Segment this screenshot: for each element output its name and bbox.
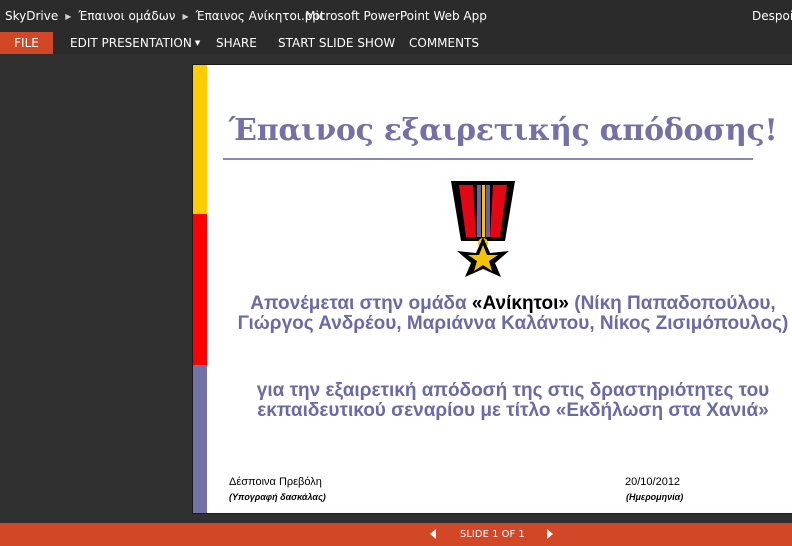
decor-bar-purple	[193, 365, 207, 513]
award-prefix: Απονέμεται στην ομάδα	[250, 293, 472, 314]
comments-label: COMMENTS	[409, 36, 480, 50]
next-slide-icon[interactable]	[545, 528, 555, 540]
comments-menu[interactable]: COMMENTS	[409, 32, 479, 54]
medal-icon	[451, 181, 515, 277]
previous-slide-icon[interactable]	[428, 528, 438, 540]
chevron-right-icon: ▶	[182, 11, 189, 21]
breadcrumb: SkyDrive ▶ Έπαινοι ομάδων ▶ Έπαινος Ανίκ…	[5, 9, 325, 23]
edit-presentation-label: EDIT PRESENTATION	[70, 36, 192, 50]
award-text: Απονέμεται στην ομάδα «Ανίκητοι» (Νίκη Π…	[233, 294, 792, 334]
start-slide-show-menu[interactable]: START SLIDE SHOW	[278, 32, 395, 54]
date-value: 20/10/2012	[625, 476, 681, 488]
decor-bar-yellow	[193, 65, 207, 214]
title-bar: SkyDrive ▶ Έπαινοι ομάδων ▶ Έπαινος Ανίκ…	[0, 0, 792, 32]
start-slide-show-label: START SLIDE SHOW	[278, 36, 396, 50]
signature-name: Δέσποινα Πρεβόλη	[229, 476, 322, 488]
user-name[interactable]: Despoi	[752, 9, 792, 23]
app-title: Microsoft PowerPoint Web App	[305, 9, 487, 23]
breadcrumb-folder[interactable]: Έπαινοι ομάδων	[78, 9, 175, 23]
file-menu-label: FILE	[14, 36, 39, 50]
title-divider	[223, 158, 753, 160]
ribbon-menu: FILE EDIT PRESENTATION ▼ SHARE START SLID…	[0, 32, 792, 54]
signature-caption: (Υπογραφή δασκάλας)	[229, 492, 326, 502]
chevron-right-icon: ▶	[65, 11, 72, 21]
slide-title: Έπαινος εξαιρετικής απόδοσης!	[228, 113, 778, 148]
decor-bar-red	[193, 214, 207, 365]
edit-presentation-menu[interactable]: EDIT PRESENTATION ▼	[70, 32, 200, 54]
share-menu[interactable]: SHARE	[216, 32, 257, 54]
slide-canvas[interactable]: Έπαινος εξαιρετικής απόδοσης! Απονέμεται…	[192, 64, 792, 514]
powerpoint-web-app: SkyDrive ▶ Έπαινοι ομάδων ▶ Έπαινος Ανίκ…	[0, 0, 792, 546]
slide-counter: SLIDE 1 OF 1	[460, 529, 525, 540]
chevron-down-icon: ▼	[194, 39, 201, 47]
status-bar: SLIDE 1 OF 1	[0, 523, 792, 546]
date-caption: (Ημερομηνία)	[626, 492, 684, 502]
team-name: «Ανίκητοι»	[471, 293, 569, 314]
share-label: SHARE	[216, 36, 257, 50]
breadcrumb-skydrive[interactable]: SkyDrive	[5, 9, 58, 23]
reason-text: για την εξαιρετική απόδοσή της στις δρασ…	[256, 380, 770, 421]
file-menu[interactable]: FILE	[0, 32, 53, 54]
